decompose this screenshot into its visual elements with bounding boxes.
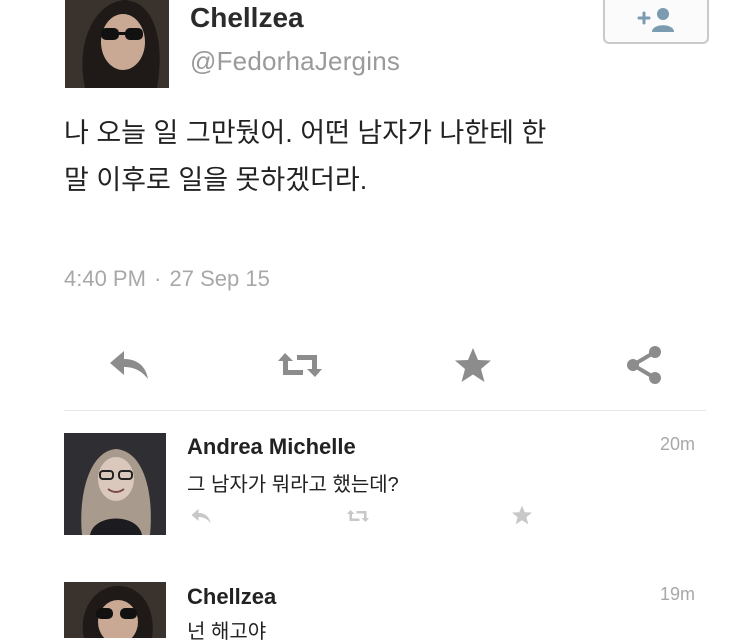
reply-time[interactable]: 20m	[660, 434, 695, 455]
reply-icon	[106, 347, 152, 383]
tweet-text: 나 오늘 일 그만뒀어. 어떤 남자가 나한테 한 말 이후로 일을 못하겠더라…	[64, 110, 664, 204]
follow-button[interactable]	[603, 0, 709, 44]
reply-text: 넌 해고야	[187, 621, 267, 643]
tweet-date: 27 Sep 15	[169, 266, 270, 291]
share-icon	[623, 344, 667, 386]
reply-text: 그 남자가 뭐라고 했는데?	[187, 474, 399, 496]
tweet-timestamp[interactable]: 4:40 PM · 27 Sep 15	[64, 266, 270, 292]
reply-author-name[interactable]: Andrea Michelle	[187, 434, 356, 460]
author-avatar[interactable]	[65, 0, 169, 88]
divider	[64, 410, 706, 411]
retweet-button[interactable]	[275, 342, 325, 388]
favorite-button[interactable]	[448, 342, 498, 388]
timestamp-separator: ·	[154, 266, 162, 291]
reply-reply-button[interactable]	[188, 505, 214, 527]
retweet-icon	[275, 347, 325, 383]
reply-button[interactable]	[104, 342, 154, 388]
favorite-icon	[453, 345, 493, 385]
favorite-icon	[511, 504, 533, 526]
reply-avatar[interactable]	[64, 582, 166, 638]
retweet-icon	[345, 507, 371, 525]
tweet-time: 4:40 PM	[64, 266, 146, 291]
reply-favorite-button[interactable]	[509, 504, 535, 526]
reply-author-name[interactable]: Chellzea	[187, 584, 276, 610]
add-user-icon	[631, 4, 681, 34]
tweet-text-line: 말 이후로 일을 못하겠더라.	[64, 165, 368, 195]
reply-avatar[interactable]	[64, 433, 166, 535]
share-button[interactable]	[620, 342, 670, 388]
reply-time[interactable]: 19m	[660, 584, 695, 605]
tweet-text-line: 나 오늘 일 그만뒀어. 어떤 남자가 나한테 한	[64, 118, 547, 148]
author-name[interactable]: Chellzea	[190, 2, 304, 34]
reply-retweet-button[interactable]	[345, 505, 371, 527]
author-handle[interactable]: @FedorhaJergins	[190, 46, 400, 77]
reply-icon	[189, 507, 213, 525]
